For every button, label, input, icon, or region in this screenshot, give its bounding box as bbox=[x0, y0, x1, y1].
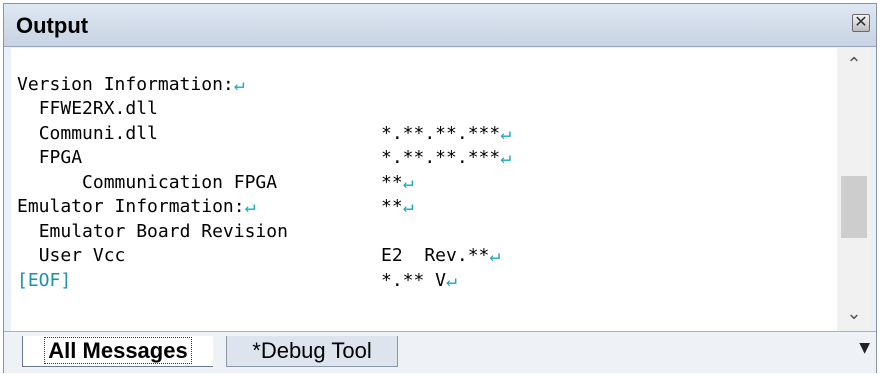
output-panel: Output ✕ Version Information:↵ FFWE2RX.d… bbox=[3, 3, 877, 373]
tab-list-dropdown-icon[interactable]: ▼ bbox=[859, 340, 870, 356]
panel-title: Output bbox=[16, 13, 89, 38]
eof-marker: [EOF] bbox=[17, 269, 72, 291]
output-line: User Vcc *.** V↵ bbox=[11, 220, 837, 291]
panel-title-bar: Output ✕ bbox=[4, 4, 876, 47]
scroll-down-icon[interactable]: ⌄ bbox=[837, 297, 871, 331]
output-line-value: *.** V↵ bbox=[381, 269, 457, 291]
output-line: Emulator Information:↵ bbox=[11, 171, 837, 217]
output-line: Emulator Board Revision E2 Rev.**↵ bbox=[11, 195, 837, 267]
output-line: Version Information:↵ bbox=[11, 48, 837, 95]
tab-debug-tool[interactable]: *Debug Tool bbox=[226, 336, 398, 367]
vertical-scrollbar[interactable]: ⌃ ⌄ bbox=[837, 48, 871, 331]
close-icon: ✕ bbox=[854, 12, 868, 31]
close-panel-button[interactable]: ✕ bbox=[852, 12, 870, 32]
return-mark-icon: ↵ bbox=[446, 269, 457, 291]
tab-all-messages[interactable]: All Messages bbox=[22, 336, 213, 367]
tab-debug-tool-label: *Debug Tool bbox=[252, 338, 372, 363]
scrollbar-thumb[interactable] bbox=[841, 176, 867, 238]
tab-bar: All Messages *Debug Tool ▼ bbox=[4, 331, 876, 373]
scroll-up-icon[interactable]: ⌃ bbox=[837, 48, 871, 82]
output-line: Communi.dll *.**.**.***↵ bbox=[11, 97, 837, 169]
output-line-eof: [EOF] bbox=[11, 244, 837, 291]
tab-all-messages-label: All Messages bbox=[44, 337, 192, 364]
output-line: Communication FPGA **↵ bbox=[11, 146, 837, 218]
output-line: FFWE2RX.dll *.**.**.***↵ bbox=[11, 73, 837, 144]
output-line: FPGA **↵ bbox=[11, 122, 837, 193]
output-text-area[interactable]: Version Information:↵ FFWE2RX.dll *.**.*… bbox=[11, 48, 837, 331]
